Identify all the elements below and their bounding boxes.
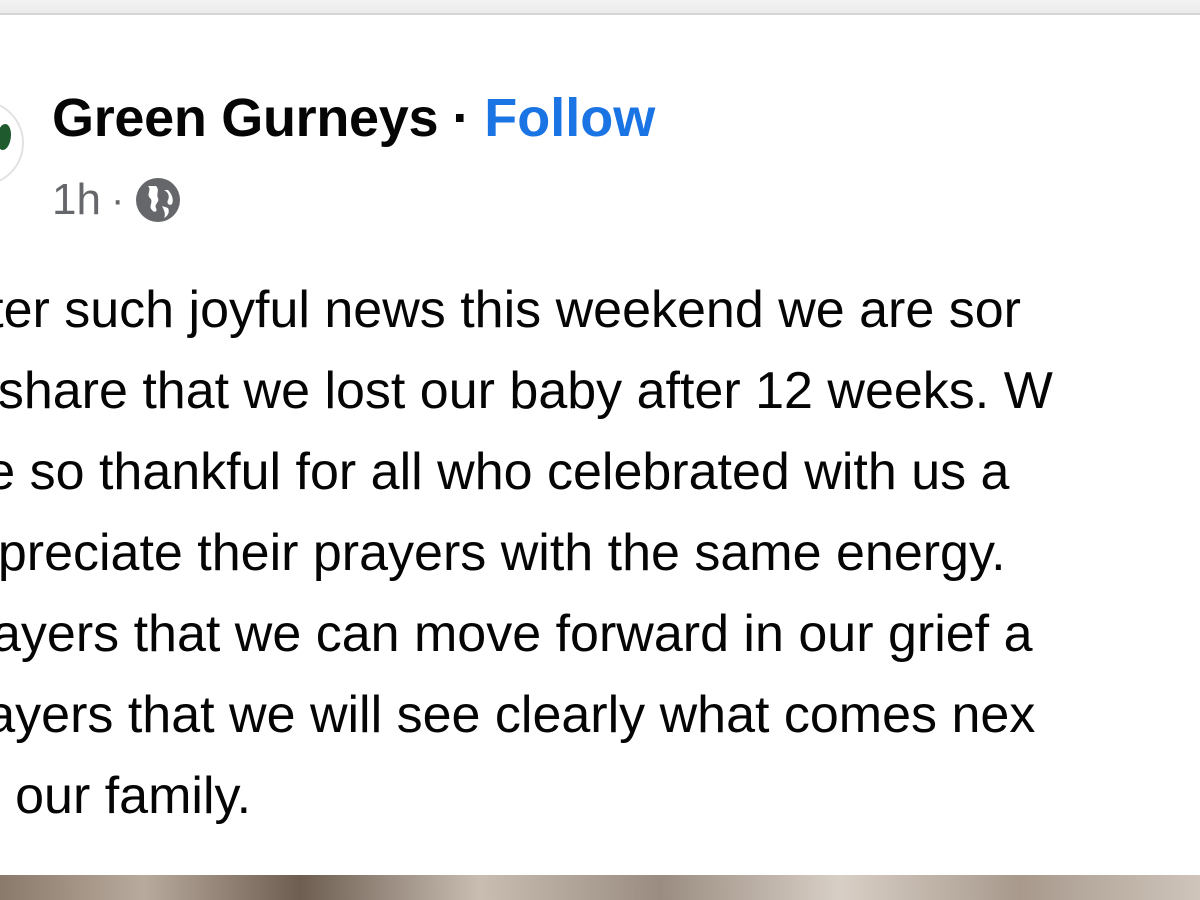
post-message-line: to share that we lost our baby after 12 … — [0, 362, 1053, 420]
globe-icon[interactable] — [134, 176, 182, 224]
timestamp[interactable]: 1h — [52, 175, 101, 225]
post-message: After such joyful news this weekend we a… — [0, 270, 1200, 837]
post-message-line: for our family. — [0, 767, 252, 825]
post-message-line: After such joyful news this weekend we a… — [0, 281, 1021, 339]
header-separator: · — [452, 88, 471, 148]
top-edge — [0, 0, 1200, 14]
page-name-link[interactable]: Green Gurneys — [52, 88, 439, 148]
post-message-line: appreciate their prayers with the same e… — [0, 524, 1006, 582]
post-meta: 1h · — [52, 175, 182, 225]
attached-photo[interactable] — [0, 875, 1200, 900]
post-card: Green Gurneys · Follow 1h · After such joy… — [0, 15, 1200, 875]
post-header: Green Gurneys · Follow — [52, 83, 655, 153]
post-message-line: prayers that we will see clearly what co… — [0, 686, 1036, 744]
logo-leaf-icon — [0, 124, 11, 150]
follow-button[interactable]: Follow — [484, 88, 655, 148]
post-message-line: are so thankful for all who celebrated w… — [0, 443, 1010, 501]
post-message-line: Prayers that we can move forward in our … — [0, 605, 1033, 663]
meta-separator: · — [110, 177, 125, 222]
avatar[interactable] — [0, 100, 24, 186]
